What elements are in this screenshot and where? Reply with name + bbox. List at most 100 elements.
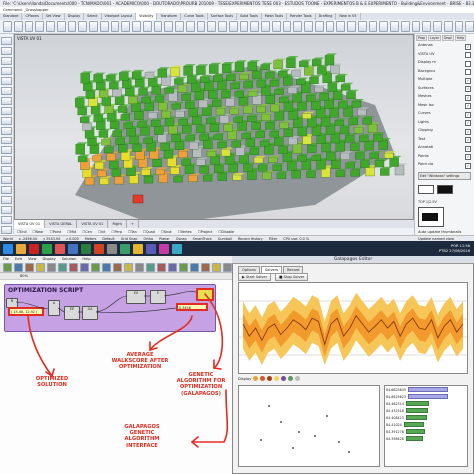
toolbar-button-icon[interactable] xyxy=(368,21,378,32)
toolbar-tab[interactable]: Solid Tools xyxy=(237,13,262,20)
toolbar-button-icon[interactable] xyxy=(196,21,206,32)
excel-icon[interactable] xyxy=(81,243,91,254)
gh-menu-item[interactable]: Display xyxy=(43,256,56,263)
add-viewport-button[interactable]: + xyxy=(127,220,139,228)
genome-point[interactable] xyxy=(348,451,350,453)
toolbar-button-icon[interactable] xyxy=(465,21,474,32)
gh-component-icon[interactable] xyxy=(91,263,100,272)
display-setting-row[interactable]: Point clo ✓ xyxy=(415,161,474,170)
genome-point[interactable] xyxy=(314,435,316,437)
display-setting-row[interactable]: Clipping ✓ xyxy=(415,127,474,136)
gh-menu-item[interactable]: File xyxy=(3,256,9,263)
gh-component-icon[interactable] xyxy=(135,263,144,272)
setting-checkbox[interactable] xyxy=(465,69,471,75)
toolbar-button-icon[interactable] xyxy=(218,21,227,32)
gh-component-icon[interactable] xyxy=(36,263,45,272)
gh-menu-item[interactable]: View xyxy=(28,256,37,263)
toolbar-button-icon[interactable] xyxy=(153,21,163,32)
toolbar-button-icon[interactable] xyxy=(13,21,23,32)
viewport-tab[interactable]: VISTA GERAL xyxy=(45,220,78,228)
setting-checkbox[interactable]: ✓ xyxy=(465,77,471,84)
display-setting-row[interactable]: Points ✓ xyxy=(415,153,474,162)
viewport-tab[interactable]: VISTA UV 01 xyxy=(77,220,109,228)
status-item[interactable]: World xyxy=(3,237,13,241)
gh-component-icon[interactable] xyxy=(146,263,155,272)
app-icon[interactable] xyxy=(55,243,65,254)
app-icon[interactable] xyxy=(133,243,143,254)
display-setting-row[interactable]: VISTA UV xyxy=(415,51,474,60)
toolbar-tab[interactable]: Visibility xyxy=(136,13,158,20)
genome-point[interactable] xyxy=(298,431,300,433)
osnap-option[interactable]: ☐Cen xyxy=(82,230,92,234)
tool-icon[interactable] xyxy=(1,216,12,225)
edit-settings-button[interactable]: Edit "Windows" settings xyxy=(418,171,471,180)
genome-point[interactable] xyxy=(268,405,270,407)
display-option-icon[interactable] xyxy=(274,376,280,381)
toolbar-button-icon[interactable] xyxy=(293,21,302,32)
gh-component-icon[interactable] xyxy=(3,263,12,272)
display-setting-row[interactable]: Antenas ✓ xyxy=(415,42,474,51)
gh-component-icon[interactable] xyxy=(179,263,188,272)
display-setting-row[interactable]: Display m xyxy=(415,59,474,68)
setting-checkbox[interactable]: ✓ xyxy=(465,94,471,101)
genome-row[interactable]: 84.408423 xyxy=(385,414,467,421)
tool-icon[interactable] xyxy=(1,146,12,155)
panel-tab[interactable]: Prop xyxy=(416,35,428,41)
toolbar-tab[interactable]: Surface Tools xyxy=(208,13,238,20)
toolbar-button-icon[interactable] xyxy=(433,21,442,32)
setting-checkbox[interactable] xyxy=(465,52,471,58)
app-icon[interactable] xyxy=(29,243,39,254)
zoom-level[interactable]: 80% xyxy=(20,274,28,278)
gh-component-icon[interactable] xyxy=(223,263,232,272)
toolbar-button-icon[interactable] xyxy=(239,21,249,32)
gh-component-icon[interactable] xyxy=(14,263,23,272)
display-setting-row[interactable]: Multiple ✓ xyxy=(415,76,474,85)
toolbar-button-icon[interactable] xyxy=(336,21,345,32)
display-option-icon[interactable] xyxy=(288,376,294,381)
toolbar-tab[interactable]: CPlanes xyxy=(22,13,43,20)
tool-icon[interactable] xyxy=(1,56,12,65)
toolbar-button-icon[interactable] xyxy=(314,21,324,32)
viewport-tab[interactable]: VISTA UV 01 xyxy=(14,220,46,228)
toolbar-button-icon[interactable] xyxy=(400,21,410,32)
panel-tab[interactable]: Help xyxy=(454,35,467,41)
toolbar-button-icon[interactable] xyxy=(422,21,431,32)
genome-row[interactable]: 84.6825635 xyxy=(385,386,467,393)
genome-point[interactable] xyxy=(326,415,328,417)
gh-component-icon[interactable] xyxy=(69,263,78,272)
tool-icon[interactable] xyxy=(1,186,12,195)
setting-checkbox[interactable]: ✓ xyxy=(465,137,471,143)
tool-icon[interactable] xyxy=(1,37,12,45)
powerpoint-icon[interactable] xyxy=(94,243,104,254)
toolbar-button-icon[interactable] xyxy=(99,21,109,32)
genome-row[interactable]: 84.41024 xyxy=(385,421,467,428)
toolbar-button-icon[interactable] xyxy=(142,21,152,32)
display-setting-row[interactable]: Meshes ✓ xyxy=(415,93,474,102)
osnap-option[interactable]: ☐Mid xyxy=(67,230,76,234)
gh-menu-item[interactable]: Solution xyxy=(62,256,77,263)
toolbar-button-icon[interactable] xyxy=(282,21,292,32)
setting-checkbox[interactable]: ✓ xyxy=(465,154,471,160)
toolbar-button-icon[interactable] xyxy=(46,21,55,32)
toolbar-button-icon[interactable] xyxy=(379,21,388,32)
gh-component-icon[interactable] xyxy=(157,263,166,272)
display-setting-row[interactable]: Text ✓ xyxy=(415,136,474,145)
toolbar-button-icon[interactable] xyxy=(89,21,98,32)
status-item[interactable]: Default xyxy=(102,237,114,241)
status-item[interactable]: Gumball xyxy=(218,237,232,241)
toolbar-button-icon[interactable] xyxy=(207,21,216,32)
status-item[interactable]: x -2456.04 xyxy=(19,237,37,241)
toolbar-tab[interactable]: New in V5 xyxy=(336,13,361,20)
app-icon[interactable] xyxy=(172,243,182,254)
tool-icon[interactable] xyxy=(1,66,12,75)
toolbar-button-icon[interactable] xyxy=(454,21,464,32)
gh-component-icon[interactable] xyxy=(25,263,34,272)
tool-icon[interactable] xyxy=(1,86,12,95)
status-item[interactable]: Osnap xyxy=(176,237,187,241)
genome-row[interactable]: 84.6825623 xyxy=(385,393,467,400)
status-item[interactable]: SmartTrack xyxy=(193,237,212,241)
toolbar-tab[interactable]: Select xyxy=(84,13,102,20)
tool-icon[interactable] xyxy=(1,166,12,175)
toolbar-tab[interactable]: Standard xyxy=(0,13,23,20)
tool-icon[interactable] xyxy=(1,76,12,85)
